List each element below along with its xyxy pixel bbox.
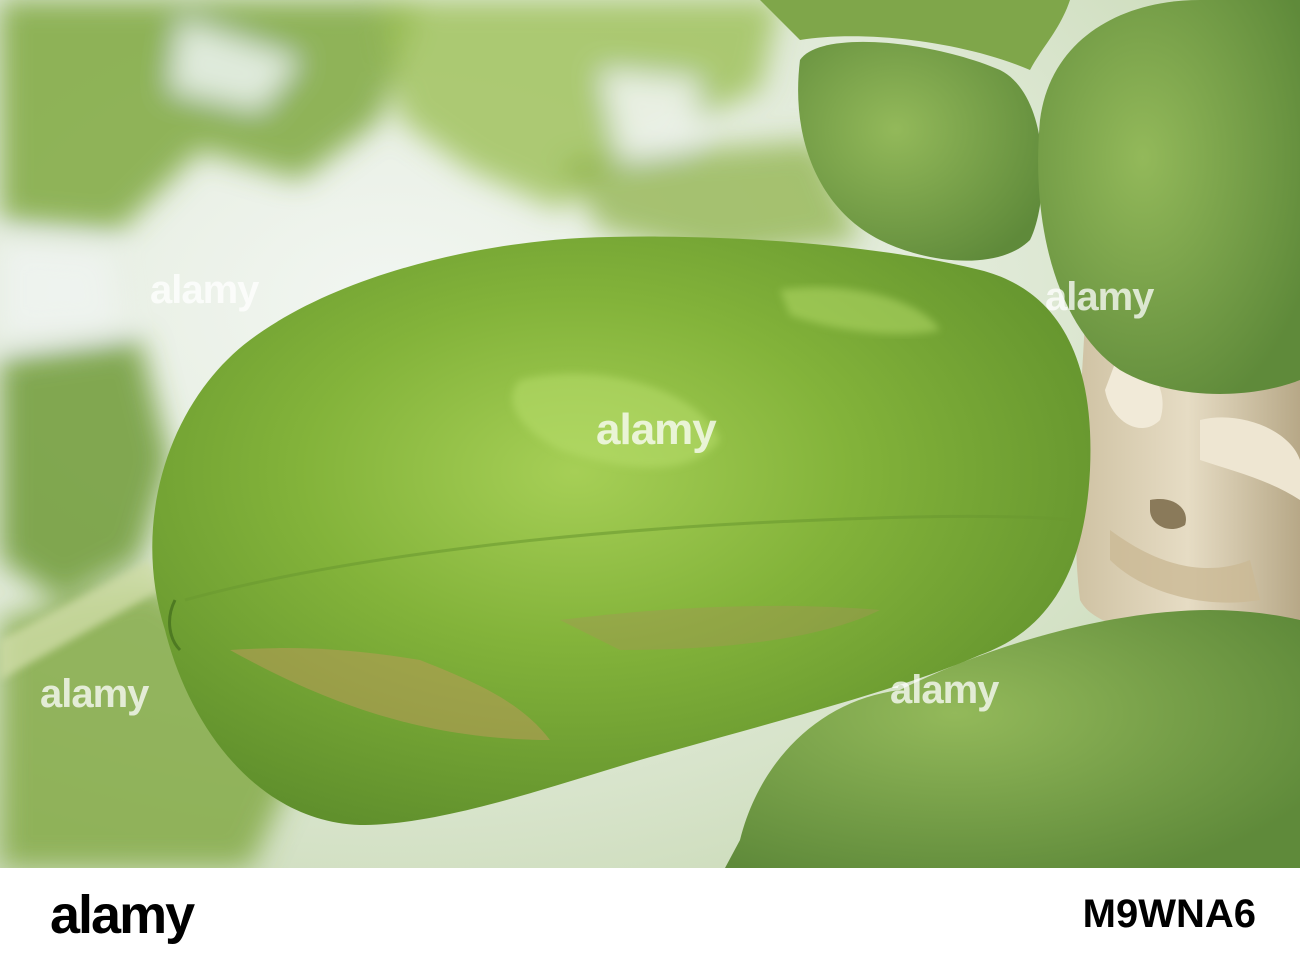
stock-photo-page: alamy alamy alamy alamy alamy alamy M9WN… xyxy=(0,0,1300,956)
image-id: M9WNA6 xyxy=(1082,892,1256,936)
footer-bar: alamy M9WNA6 xyxy=(0,868,1300,956)
alamy-logo[interactable]: alamy xyxy=(50,884,195,946)
papaya-illustration xyxy=(0,0,1300,868)
papaya-photo: alamy alamy alamy alamy alamy xyxy=(0,0,1300,868)
